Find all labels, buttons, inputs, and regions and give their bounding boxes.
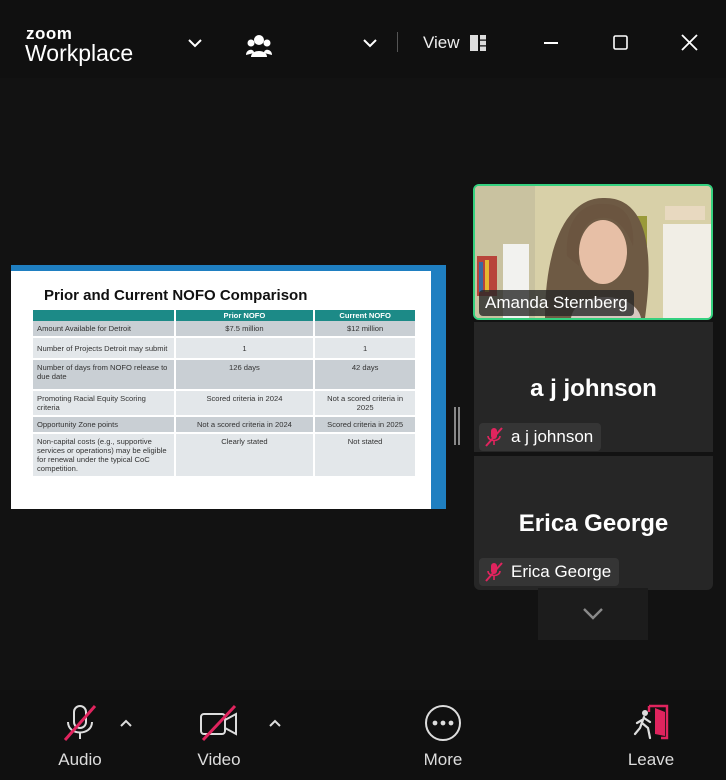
view-button[interactable]: View [423, 33, 460, 53]
table-cell: Clearly stated [174, 433, 316, 478]
table-cell: Not stated [314, 433, 417, 478]
table-cell: Number of Projects Detroit may submit [33, 337, 176, 360]
muted-mic-icon [485, 562, 503, 582]
video-button[interactable]: Video [174, 690, 264, 780]
muted-mic-icon [485, 427, 503, 447]
video-tile-amanda[interactable]: Amanda Sternberg [473, 184, 713, 320]
maximize-icon[interactable] [609, 31, 631, 53]
nofo-comparison-table: Prior NOFO Current NOFO Amount Available… [33, 310, 417, 478]
participant-tile-erica-george[interactable]: Erica George Erica George [474, 456, 713, 590]
leave-button[interactable]: Leave [606, 690, 696, 780]
slide-accent-bar-side [431, 265, 446, 509]
table-cell: Not a scored criteria in 2025 [314, 390, 417, 417]
minimize-icon[interactable] [540, 32, 562, 54]
table-row: Promoting Racial Equity Scoring criteria… [33, 390, 417, 417]
participant-name-chip: Erica George [479, 558, 620, 586]
participant-chip-label: Erica George [511, 562, 612, 581]
table-header-cell: Current NOFO [314, 310, 417, 321]
audio-button[interactable]: Audio [35, 690, 125, 780]
title-divider [397, 32, 398, 52]
table-cell: Number of days from NOFO release to due … [33, 359, 176, 391]
audio-options-caret-icon[interactable] [120, 714, 132, 732]
leave-label: Leave [627, 750, 675, 769]
table-cell: 42 days [314, 359, 417, 391]
table-cell: Scored criteria in 2025 [314, 416, 417, 434]
participant-display-name: Erica George [518, 510, 669, 537]
table-cell: 1 [314, 337, 417, 360]
video-label: Video [197, 750, 241, 769]
close-icon[interactable] [678, 31, 700, 53]
view-layout-icon[interactable] [468, 33, 488, 53]
zoom-window: zoom Workplace View Prior and Current NO… [0, 0, 726, 780]
table-cell: Non-capital costs (e.g., supportive serv… [33, 433, 176, 478]
table-cell: $12 million [314, 321, 417, 338]
table-cell: Scored criteria in 2024 [174, 390, 316, 417]
table-cell: Promoting Racial Equity Scoring criteria [33, 390, 176, 417]
table-cell: Not a scored criteria in 2024 [174, 416, 316, 434]
panel-splitter-handle[interactable] [454, 407, 460, 445]
table-header-row: Prior NOFO Current NOFO [33, 310, 417, 321]
table-header-cell [33, 310, 176, 321]
options-chevron-icon[interactable] [359, 32, 381, 54]
participant-name-chip: Amanda Sternberg [479, 290, 634, 316]
more-label: More [423, 750, 463, 769]
brand-workplace: Workplace [25, 40, 134, 66]
chevron-down-icon [583, 608, 603, 620]
shared-screen: Prior and Current NOFO Comparison Prior … [11, 265, 446, 509]
table-header-cell: Prior NOFO [174, 310, 316, 321]
slide-title: Prior and Current NOFO Comparison [44, 287, 308, 304]
table-row: Amount Available for Detroit $7.5 millio… [33, 321, 417, 338]
video-off-icon [174, 704, 264, 742]
slide-accent-bar-top [11, 265, 431, 271]
participant-display-name: a j johnson [530, 375, 657, 402]
more-button[interactable]: More [398, 690, 488, 780]
participant-tile-aj-johnson[interactable]: a j johnson a j johnson [474, 322, 713, 452]
leave-door-icon [606, 704, 696, 742]
table-row: Non-capital costs (e.g., supportive serv… [33, 433, 417, 478]
table-row: Opportunity Zone points Not a scored cri… [33, 416, 417, 434]
participant-name-chip: a j johnson [479, 423, 602, 451]
table-row: Number of days from NOFO release to due … [33, 359, 417, 391]
audio-label: Audio [58, 750, 102, 769]
table-cell: 1 [174, 337, 316, 360]
table-cell: $7.5 million [174, 321, 316, 338]
meeting-toolbar: Audio Video More Leave [0, 690, 726, 780]
participant-chip-label: a j johnson [511, 427, 594, 446]
table-row: Number of Projects Detroit may submit 1 … [33, 337, 417, 360]
table-cell: Amount Available for Detroit [33, 321, 176, 338]
video-options-caret-icon[interactable] [269, 714, 281, 732]
title-bar: zoom Workplace View [0, 0, 726, 78]
scroll-participants-down-button[interactable] [538, 588, 648, 640]
participants-icon[interactable] [245, 31, 273, 59]
brand-menu-chevron-icon[interactable] [184, 32, 206, 54]
more-dots-icon [398, 704, 488, 742]
table-cell: 126 days [174, 359, 316, 391]
muted-mic-icon [35, 704, 125, 742]
table-cell: Opportunity Zone points [33, 416, 176, 434]
